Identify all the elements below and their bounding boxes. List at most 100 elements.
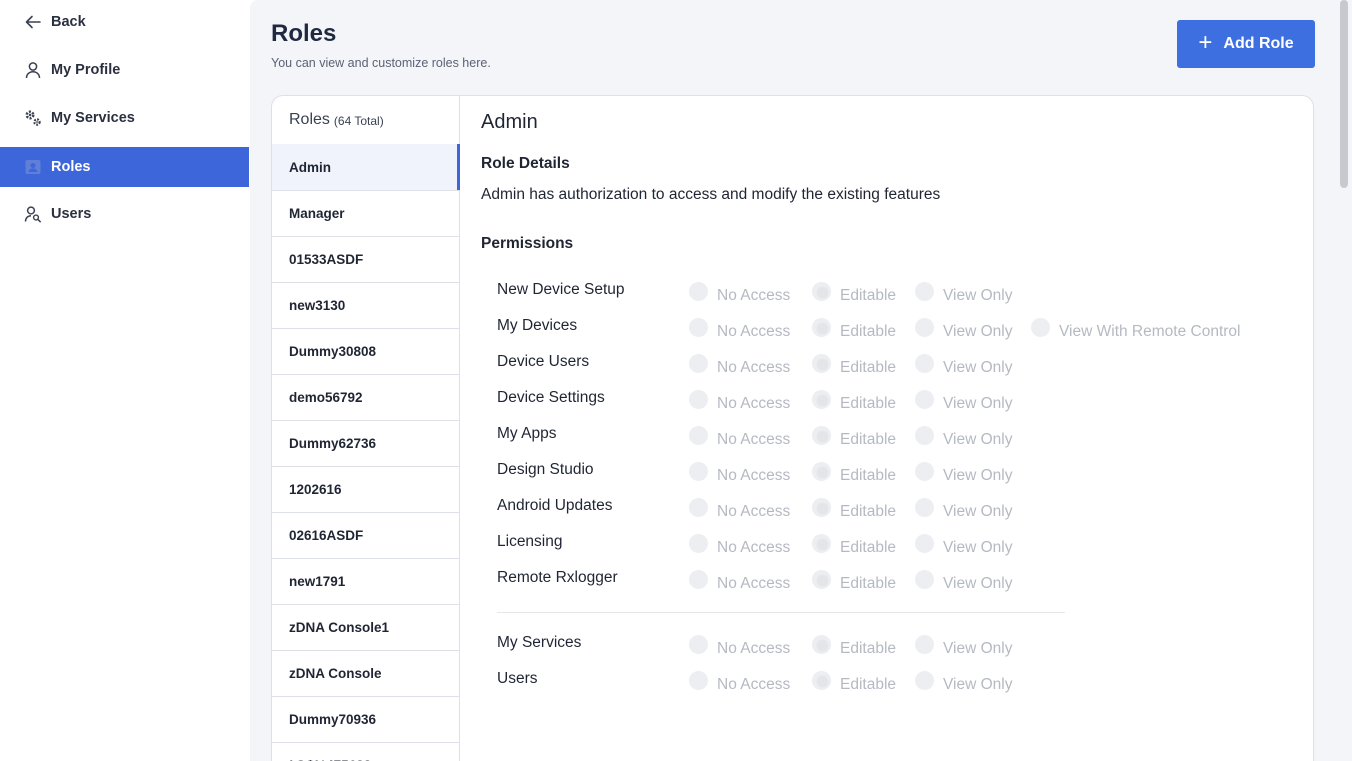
radio-button[interactable]: [812, 425, 831, 445]
radio-button[interactable]: [1031, 317, 1050, 337]
radio-button[interactable]: [812, 461, 831, 481]
radio-button[interactable]: [915, 497, 934, 517]
permission-option-view-only[interactable]: View Only: [915, 531, 1013, 559]
permission-option-editable[interactable]: Editable: [812, 495, 896, 523]
sidebar-item-back[interactable]: Back: [0, 2, 249, 42]
radio-button[interactable]: [915, 317, 934, 337]
permission-option-no-access[interactable]: No Access: [689, 459, 790, 487]
scrollbar-thumb[interactable]: [1340, 0, 1348, 188]
permission-option-editable[interactable]: Editable: [812, 668, 896, 696]
permission-option-view-only[interactable]: View Only: [915, 315, 1013, 343]
role-list-item[interactable]: Admin: [272, 144, 460, 190]
role-list[interactable]: Roles (64 Total) Admin Manager 01533ASDF ne…: [272, 96, 460, 761]
radio-button[interactable]: [915, 533, 934, 553]
permission-option-no-access[interactable]: No Access: [689, 668, 790, 696]
permission-option-view-only[interactable]: View Only: [915, 423, 1013, 451]
radio-button[interactable]: [689, 461, 708, 481]
radio-button[interactable]: [812, 670, 831, 690]
role-list-item[interactable]: new3130: [272, 282, 459, 328]
role-list-item[interactable]: demo56792: [272, 374, 459, 420]
role-list-item[interactable]: zDNA Console1: [272, 604, 459, 650]
permission-option-editable[interactable]: Editable: [812, 279, 896, 307]
permission-option-editable[interactable]: Editable: [812, 459, 896, 487]
role-list-item[interactable]: Manager: [272, 190, 459, 236]
radio-button[interactable]: [689, 569, 708, 589]
permission-option-no-access[interactable]: No Access: [689, 315, 790, 343]
permission-option-no-access[interactable]: No Access: [689, 495, 790, 523]
radio-button[interactable]: [689, 389, 708, 409]
radio-button[interactable]: [689, 670, 708, 690]
permission-option-view-only[interactable]: View Only: [915, 459, 1013, 487]
option-label: Editable: [840, 676, 897, 693]
sidebar-item-roles[interactable]: Roles: [0, 147, 249, 187]
radio-button[interactable]: [689, 353, 708, 373]
permission-option-view-only[interactable]: View Only: [915, 632, 1013, 660]
add-role-button[interactable]: + Add Role: [1177, 20, 1315, 68]
option-label: Editable: [840, 395, 897, 412]
radio-button[interactable]: [915, 670, 934, 690]
radio-button[interactable]: [689, 497, 708, 517]
role-list-item[interactable]: new1791: [272, 558, 459, 604]
permission-option-view-only[interactable]: View Only: [915, 351, 1013, 379]
permission-option-editable[interactable]: Editable: [812, 632, 896, 660]
page-scrollbar[interactable]: [1336, 0, 1352, 761]
permission-option-editable[interactable]: Editable: [812, 387, 896, 415]
sidebar-item-my-services[interactable]: My Services: [0, 98, 249, 138]
radio-button[interactable]: [812, 569, 831, 589]
radio-button[interactable]: [812, 353, 831, 373]
page-title: Roles: [271, 20, 337, 47]
sidebar-item-my-profile[interactable]: My Profile: [0, 50, 249, 90]
radio-button[interactable]: [915, 634, 934, 654]
radio-button[interactable]: [812, 317, 831, 337]
permission-option-no-access[interactable]: No Access: [689, 567, 790, 595]
permission-option-editable[interactable]: Editable: [812, 423, 896, 451]
permission-option-view-only[interactable]: View Only: [915, 495, 1013, 523]
radio-button[interactable]: [915, 425, 934, 445]
role-list-item[interactable]: !@$%475633: [272, 742, 459, 761]
radio-button[interactable]: [689, 425, 708, 445]
radio-button[interactable]: [915, 281, 934, 301]
radio-button[interactable]: [812, 389, 831, 409]
radio-button[interactable]: [689, 317, 708, 337]
radio-button[interactable]: [812, 634, 831, 654]
permission-option-no-access[interactable]: No Access: [689, 632, 790, 660]
permission-option-view-only[interactable]: View Only: [915, 387, 1013, 415]
permission-option-no-access[interactable]: No Access: [689, 423, 790, 451]
permission-option-no-access[interactable]: No Access: [689, 387, 790, 415]
permission-option-editable[interactable]: Editable: [812, 315, 896, 343]
radio-button[interactable]: [689, 281, 708, 301]
permission-label: Device Settings: [497, 389, 605, 406]
permission-option-view-only[interactable]: View Only: [915, 668, 1013, 696]
permission-option-editable[interactable]: Editable: [812, 531, 896, 559]
permission-option-view-only[interactable]: View Only: [915, 567, 1013, 595]
role-list-item[interactable]: 1202616: [272, 466, 459, 512]
radio-button[interactable]: [915, 461, 934, 481]
role-list-item[interactable]: Dummy62736: [272, 420, 459, 466]
radio-button[interactable]: [915, 389, 934, 409]
permission-option-view-remote[interactable]: View With Remote Control: [1031, 315, 1240, 343]
sidebar-item-label: Users: [51, 206, 92, 222]
role-list-item[interactable]: 01533ASDF: [272, 236, 459, 282]
radio-button[interactable]: [689, 634, 708, 654]
permission-option-view-only[interactable]: View Only: [915, 279, 1013, 307]
role-list-item[interactable]: 02616ASDF: [272, 512, 459, 558]
role-list-item[interactable]: Dummy70936: [272, 696, 459, 742]
option-label: View Only: [943, 395, 1013, 412]
permission-option-editable[interactable]: Editable: [812, 567, 896, 595]
permission-option-no-access[interactable]: No Access: [689, 351, 790, 379]
sidebar: Back My Profile My Services Roles Users: [0, 0, 250, 761]
permission-option-no-access[interactable]: No Access: [689, 279, 790, 307]
radio-button[interactable]: [689, 533, 708, 553]
permission-option-editable[interactable]: Editable: [812, 351, 896, 379]
radio-button[interactable]: [812, 497, 831, 517]
role-list-item[interactable]: zDNA Console: [272, 650, 459, 696]
option-label: Editable: [840, 323, 897, 340]
radio-button[interactable]: [812, 281, 831, 301]
radio-button[interactable]: [915, 569, 934, 589]
sidebar-item-users[interactable]: Users: [0, 194, 249, 234]
radio-button[interactable]: [915, 353, 934, 373]
radio-button[interactable]: [812, 533, 831, 553]
permission-option-no-access[interactable]: No Access: [689, 531, 790, 559]
option-label: Editable: [840, 575, 897, 592]
role-list-item[interactable]: Dummy30808: [272, 328, 459, 374]
